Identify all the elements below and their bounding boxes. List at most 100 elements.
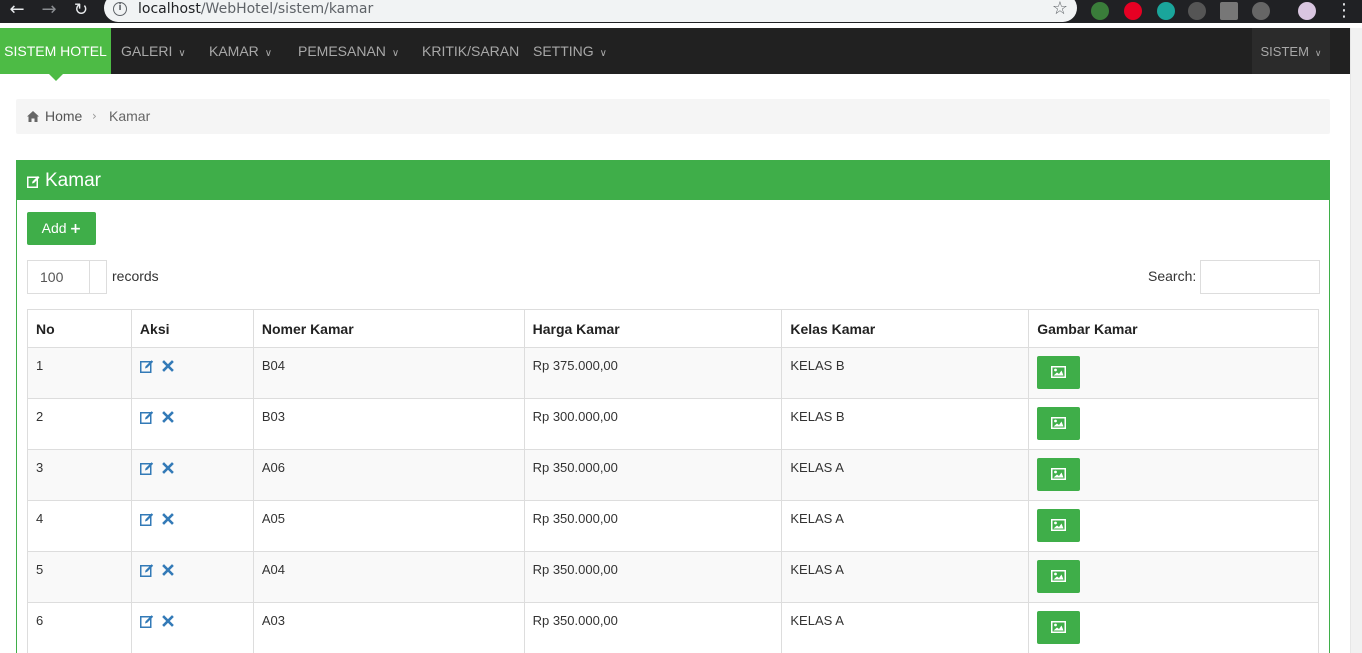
address-bar[interactable]: i localhost/WebHotel/sistem/kamar ☆ bbox=[104, 0, 1077, 22]
table-row: 2 B03 Rp 300.000,00 KELAS B bbox=[27, 398, 1319, 450]
nav-item-sistem[interactable]: SISTEM ∨ bbox=[1252, 28, 1330, 74]
cell-harga-kamar: Rp 300.000,00 bbox=[523, 398, 783, 450]
delete-icon[interactable] bbox=[161, 512, 175, 526]
extension-icon[interactable] bbox=[1157, 2, 1175, 20]
edit-icon[interactable] bbox=[139, 410, 154, 424]
site-info-icon[interactable]: i bbox=[113, 2, 127, 16]
add-button[interactable]: Add + bbox=[27, 212, 96, 245]
delete-icon[interactable] bbox=[161, 461, 175, 475]
delete-icon[interactable] bbox=[161, 614, 175, 628]
extension-icon[interactable] bbox=[1220, 2, 1238, 20]
cell-gambar-kamar bbox=[1028, 347, 1319, 399]
cell-aksi bbox=[130, 449, 254, 501]
edit-icon[interactable] bbox=[139, 563, 154, 577]
add-button-label: Add bbox=[41, 220, 67, 236]
column-header-aksi[interactable]: Aksi bbox=[130, 309, 254, 348]
cell-harga-kamar: Rp 350.000,00 bbox=[523, 449, 783, 501]
cell-aksi bbox=[130, 500, 254, 552]
bookmark-star-icon[interactable]: ☆ bbox=[1052, 0, 1068, 19]
kamar-table: No Aksi Nomer Kamar Harga Kamar Kelas Ka… bbox=[27, 309, 1319, 653]
cell-nomer-kamar: A04 bbox=[252, 551, 525, 603]
cell-no: 6 bbox=[27, 602, 132, 653]
cell-no: 3 bbox=[27, 449, 132, 501]
delete-icon[interactable] bbox=[161, 563, 175, 577]
column-header-harga-kamar[interactable]: Harga Kamar bbox=[523, 309, 783, 348]
chevron-down-icon: ∨ bbox=[599, 48, 607, 59]
length-value: 100 bbox=[40, 269, 64, 285]
breadcrumb-current: Kamar bbox=[109, 108, 151, 124]
cell-harga-kamar: Rp 375.000,00 bbox=[523, 347, 783, 399]
reload-icon[interactable]: ↻ bbox=[70, 0, 92, 22]
cell-nomer-kamar: B04 bbox=[252, 347, 525, 399]
extension-icon[interactable] bbox=[1252, 2, 1270, 20]
nav-item-label: PEMESANAN bbox=[298, 43, 386, 59]
extension-icon[interactable] bbox=[1188, 2, 1206, 20]
delete-icon[interactable] bbox=[161, 359, 175, 373]
edit-icon[interactable] bbox=[139, 512, 154, 526]
column-header-nomer-kamar[interactable]: Nomer Kamar bbox=[252, 309, 525, 348]
cell-aksi bbox=[130, 602, 254, 653]
top-navbar: SISTEM HOTEL GALERI ∨ KAMAR ∨ PEMESANAN ∨ K… bbox=[0, 28, 1350, 81]
view-image-button[interactable] bbox=[1037, 611, 1081, 644]
brand-label: SISTEM HOTEL bbox=[4, 43, 107, 59]
table-row: 3 A06 Rp 350.000,00 KELAS A bbox=[27, 449, 1319, 501]
chevron-down-icon: ∨ bbox=[1314, 49, 1322, 59]
cell-no: 2 bbox=[27, 398, 132, 450]
more-menu-icon[interactable]: ⋮ bbox=[1335, 0, 1353, 21]
select-divider bbox=[89, 261, 90, 293]
table-row: 6 A03 Rp 350.000,00 KELAS A bbox=[27, 602, 1319, 653]
view-image-button[interactable] bbox=[1037, 458, 1081, 491]
panel-title: Kamar bbox=[45, 170, 101, 191]
nav-item-kritik-saran[interactable]: KRITIK/SARAN bbox=[422, 28, 519, 74]
address-url[interactable]: localhost/WebHotel/sistem/kamar bbox=[138, 1, 373, 17]
cell-no: 5 bbox=[27, 551, 132, 603]
records-length-select[interactable]: 100 bbox=[27, 260, 107, 294]
cell-gambar-kamar bbox=[1028, 551, 1319, 603]
delete-icon[interactable] bbox=[161, 410, 175, 424]
cell-no: 4 bbox=[27, 500, 132, 552]
table-row: 4 A05 Rp 350.000,00 KELAS A bbox=[27, 500, 1319, 552]
search-input[interactable] bbox=[1200, 260, 1320, 294]
nav-item-pemesanan[interactable]: PEMESANAN ∨ bbox=[298, 28, 399, 74]
cell-harga-kamar: Rp 350.000,00 bbox=[523, 602, 783, 653]
extension-icon[interactable] bbox=[1091, 2, 1109, 20]
column-header-gambar-kamar[interactable]: Gambar Kamar bbox=[1028, 309, 1319, 348]
view-image-button[interactable] bbox=[1037, 356, 1081, 389]
table-header-row: No Aksi Nomer Kamar Harga Kamar Kelas Ka… bbox=[27, 309, 1319, 348]
view-image-button[interactable] bbox=[1037, 407, 1081, 440]
browser-toolbar: ← → ↻ i localhost/WebHotel/sistem/kamar … bbox=[0, 0, 1362, 23]
brand-link[interactable]: SISTEM HOTEL bbox=[0, 28, 111, 81]
view-image-button[interactable] bbox=[1037, 560, 1081, 593]
edit-icon[interactable] bbox=[139, 359, 154, 373]
cell-gambar-kamar bbox=[1028, 449, 1319, 501]
url-host: localhost bbox=[138, 1, 201, 17]
breadcrumb: Home › Kamar bbox=[16, 99, 1330, 134]
view-image-button[interactable] bbox=[1037, 509, 1081, 542]
profile-avatar[interactable] bbox=[1298, 2, 1316, 20]
edit-icon bbox=[27, 176, 40, 188]
cell-nomer-kamar: A03 bbox=[252, 602, 525, 653]
kamar-panel: Kamar Add + 100 records Search: No Aksi N… bbox=[16, 160, 1330, 653]
back-arrow-icon[interactable]: ← bbox=[6, 0, 28, 22]
forward-arrow-icon[interactable]: → bbox=[38, 0, 60, 22]
panel-heading: Kamar bbox=[17, 161, 1329, 200]
column-header-kelas-kamar[interactable]: Kelas Kamar bbox=[781, 309, 1030, 348]
nav-item-galeri[interactable]: GALERI ∨ bbox=[121, 28, 186, 74]
pinterest-extension-icon[interactable] bbox=[1124, 2, 1142, 20]
table-body: 1 B04 Rp 375.000,00 KELAS B 2 B03 Rp 300.000,0… bbox=[27, 347, 1319, 653]
cell-gambar-kamar bbox=[1028, 602, 1319, 653]
chevron-down-icon: ∨ bbox=[178, 48, 186, 59]
cell-kelas-kamar: KELAS A bbox=[781, 551, 1030, 603]
breadcrumb-separator-icon: › bbox=[92, 109, 97, 123]
page-scrollbar[interactable] bbox=[1350, 28, 1362, 653]
cell-kelas-kamar: KELAS A bbox=[781, 500, 1030, 552]
nav-item-kamar[interactable]: KAMAR ∨ bbox=[209, 28, 272, 74]
cell-kelas-kamar: KELAS B bbox=[781, 398, 1030, 450]
column-header-no[interactable]: No bbox=[27, 309, 132, 348]
cell-aksi bbox=[130, 347, 254, 399]
breadcrumb-home-link[interactable]: Home bbox=[45, 99, 82, 134]
edit-icon[interactable] bbox=[139, 614, 154, 628]
nav-item-setting[interactable]: SETTING ∨ bbox=[533, 28, 607, 74]
edit-icon[interactable] bbox=[139, 461, 154, 475]
nav-item-label: SETTING bbox=[533, 43, 594, 59]
